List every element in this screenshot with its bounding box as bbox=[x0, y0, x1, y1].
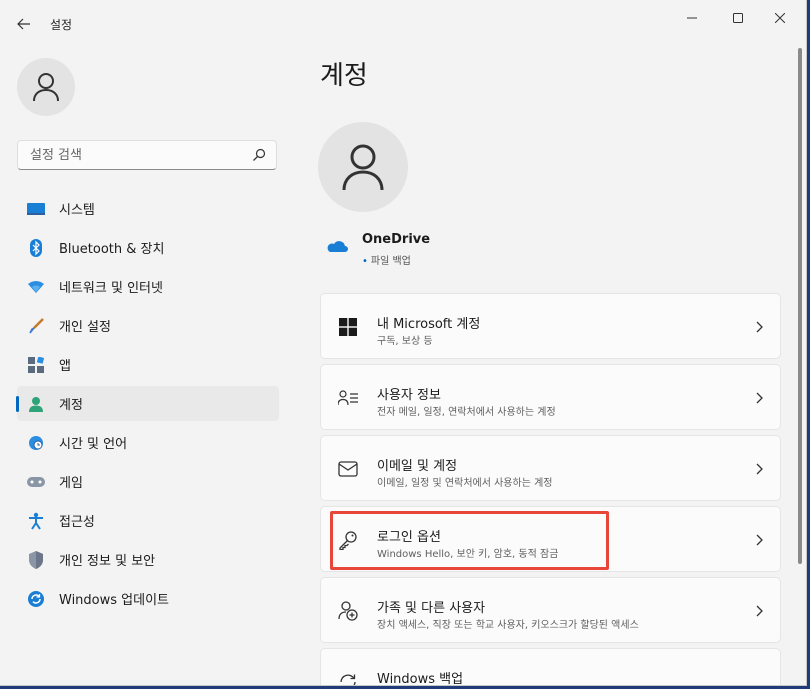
sidebar-item-label: 개인 정보 및 보안 bbox=[59, 554, 156, 569]
card-title: 내 Microsoft 계정 bbox=[377, 317, 481, 332]
card-title: 사용자 정보 bbox=[377, 388, 441, 403]
sidebar-item-label: 앱 bbox=[59, 359, 71, 374]
sidebar-item-time-language[interactable]: 시간 및 언어 bbox=[17, 425, 279, 460]
update-icon bbox=[27, 590, 45, 608]
minimize-icon bbox=[687, 17, 697, 19]
sidebar-nav: 시스템 Bluetooth & 장치 네트워크 및 인터넷 개인 설정 앱 계정… bbox=[16, 191, 279, 620]
key-icon bbox=[338, 530, 358, 550]
card-family-other-users[interactable]: 가족 및 다른 사용자 장치 액세스, 직장 또는 학교 사용자, 키오스크가 … bbox=[320, 577, 781, 643]
sidebar-item-label: 네트워크 및 인터넷 bbox=[59, 281, 163, 296]
sidebar-item-label: 게임 bbox=[59, 476, 83, 491]
close-icon bbox=[775, 13, 785, 23]
onedrive-icon bbox=[327, 241, 348, 252]
search-input[interactable] bbox=[28, 147, 242, 164]
user-info-icon bbox=[338, 388, 358, 408]
card-title: 가족 및 다른 사용자 bbox=[377, 601, 486, 616]
search-icon[interactable] bbox=[252, 148, 266, 162]
card-microsoft-account[interactable]: 내 Microsoft 계정 구독, 보상 등 bbox=[320, 293, 781, 359]
page-title: 계정 bbox=[320, 61, 368, 91]
backup-icon bbox=[338, 672, 358, 685]
sidebar-item-windows-update[interactable]: Windows 업데이트 bbox=[17, 581, 279, 616]
brush-icon bbox=[27, 317, 45, 335]
onedrive-status-text: 파일 백업 bbox=[370, 256, 411, 267]
sidebar-item-label: Windows 업데이트 bbox=[59, 593, 170, 608]
account-avatar[interactable] bbox=[318, 122, 408, 212]
chevron-right-icon bbox=[756, 392, 763, 404]
sidebar-item-label: 계정 bbox=[59, 398, 83, 413]
card-sign-in-options[interactable]: 로그인 옵션 Windows Hello, 보안 키, 암호, 동적 잠금 bbox=[320, 506, 781, 572]
chevron-right-icon bbox=[756, 605, 763, 617]
settings-window: 설정 시스템 bbox=[0, 0, 807, 686]
chevron-right-icon bbox=[756, 321, 763, 333]
card-title: 이메일 및 계정 bbox=[377, 459, 458, 474]
maximize-button[interactable] bbox=[718, 6, 758, 30]
sidebar-item-bluetooth[interactable]: Bluetooth & 장치 bbox=[17, 230, 279, 265]
sidebar-item-label: 시간 및 언어 bbox=[59, 437, 128, 452]
card-subtitle: 장치 액세스, 직장 또는 학교 사용자, 키오스크가 할당된 액세스 bbox=[377, 620, 639, 631]
card-your-info[interactable]: 사용자 정보 전자 메일, 일정, 연락처에서 사용하는 계정 bbox=[320, 364, 781, 430]
windows-logo-icon bbox=[338, 317, 358, 337]
profile-avatar[interactable] bbox=[17, 58, 75, 116]
onedrive-status: • 파일 백업 bbox=[362, 256, 411, 267]
account-settings-list: 내 Microsoft 계정 구독, 보상 등 사용자 정보 전자 메일, 일정… bbox=[320, 293, 781, 686]
sidebar-item-personalization[interactable]: 개인 설정 bbox=[17, 308, 279, 343]
card-title: Windows 백업 bbox=[377, 672, 464, 686]
sidebar-item-label: 접근성 bbox=[59, 515, 95, 530]
card-subtitle: 이메일, 일정 및 연락처에서 사용하는 계정 bbox=[377, 478, 553, 489]
sidebar-item-gaming[interactable]: 게임 bbox=[17, 464, 279, 499]
accessibility-icon bbox=[27, 512, 45, 530]
person-icon bbox=[33, 73, 59, 102]
sidebar-item-label: 시스템 bbox=[59, 203, 95, 218]
sidebar-item-label: Bluetooth & 장치 bbox=[59, 242, 165, 257]
sidebar-item-accessibility[interactable]: 접근성 bbox=[17, 503, 279, 538]
close-button[interactable] bbox=[760, 6, 800, 30]
account-icon bbox=[27, 395, 45, 413]
card-subtitle: Windows Hello, 보안 키, 암호, 동적 잠금 bbox=[377, 549, 559, 560]
scrollbar[interactable] bbox=[798, 48, 802, 564]
sidebar-item-label: 개인 설정 bbox=[59, 320, 111, 335]
sidebar-item-privacy-security[interactable]: 개인 정보 및 보안 bbox=[17, 542, 279, 577]
wifi-icon bbox=[27, 278, 45, 296]
gamepad-icon bbox=[27, 473, 45, 491]
chevron-right-icon bbox=[756, 463, 763, 475]
sidebar-item-accounts[interactable]: 계정 bbox=[16, 386, 279, 421]
chevron-right-icon bbox=[756, 534, 763, 546]
card-subtitle: 전자 메일, 일정, 연락처에서 사용하는 계정 bbox=[377, 407, 556, 418]
card-windows-backup[interactable]: Windows 백업 bbox=[320, 648, 781, 686]
sidebar-item-system[interactable]: 시스템 bbox=[17, 191, 279, 226]
mail-icon bbox=[338, 459, 358, 479]
sidebar-item-apps[interactable]: 앱 bbox=[17, 347, 279, 382]
back-button[interactable] bbox=[10, 10, 38, 38]
person-icon bbox=[342, 144, 384, 191]
sidebar-item-network[interactable]: 네트워크 및 인터넷 bbox=[17, 269, 279, 304]
search-box[interactable] bbox=[17, 140, 277, 170]
back-arrow-icon bbox=[17, 18, 30, 30]
maximize-icon bbox=[733, 13, 743, 23]
shield-icon bbox=[27, 550, 45, 569]
family-icon bbox=[338, 601, 358, 621]
window-title: 설정 bbox=[50, 18, 73, 32]
title-bar: 설정 bbox=[0, 0, 806, 46]
card-subtitle: 구독, 보상 등 bbox=[377, 336, 433, 347]
globe-clock-icon bbox=[27, 434, 45, 452]
onedrive-name: OneDrive bbox=[362, 232, 431, 247]
minimize-button[interactable] bbox=[672, 6, 712, 30]
card-email-accounts[interactable]: 이메일 및 계정 이메일, 일정 및 연락처에서 사용하는 계정 bbox=[320, 435, 781, 501]
card-title: 로그인 옵션 bbox=[377, 530, 441, 545]
monitor-icon bbox=[27, 200, 45, 218]
bluetooth-icon bbox=[27, 238, 45, 257]
apps-icon bbox=[27, 356, 45, 374]
